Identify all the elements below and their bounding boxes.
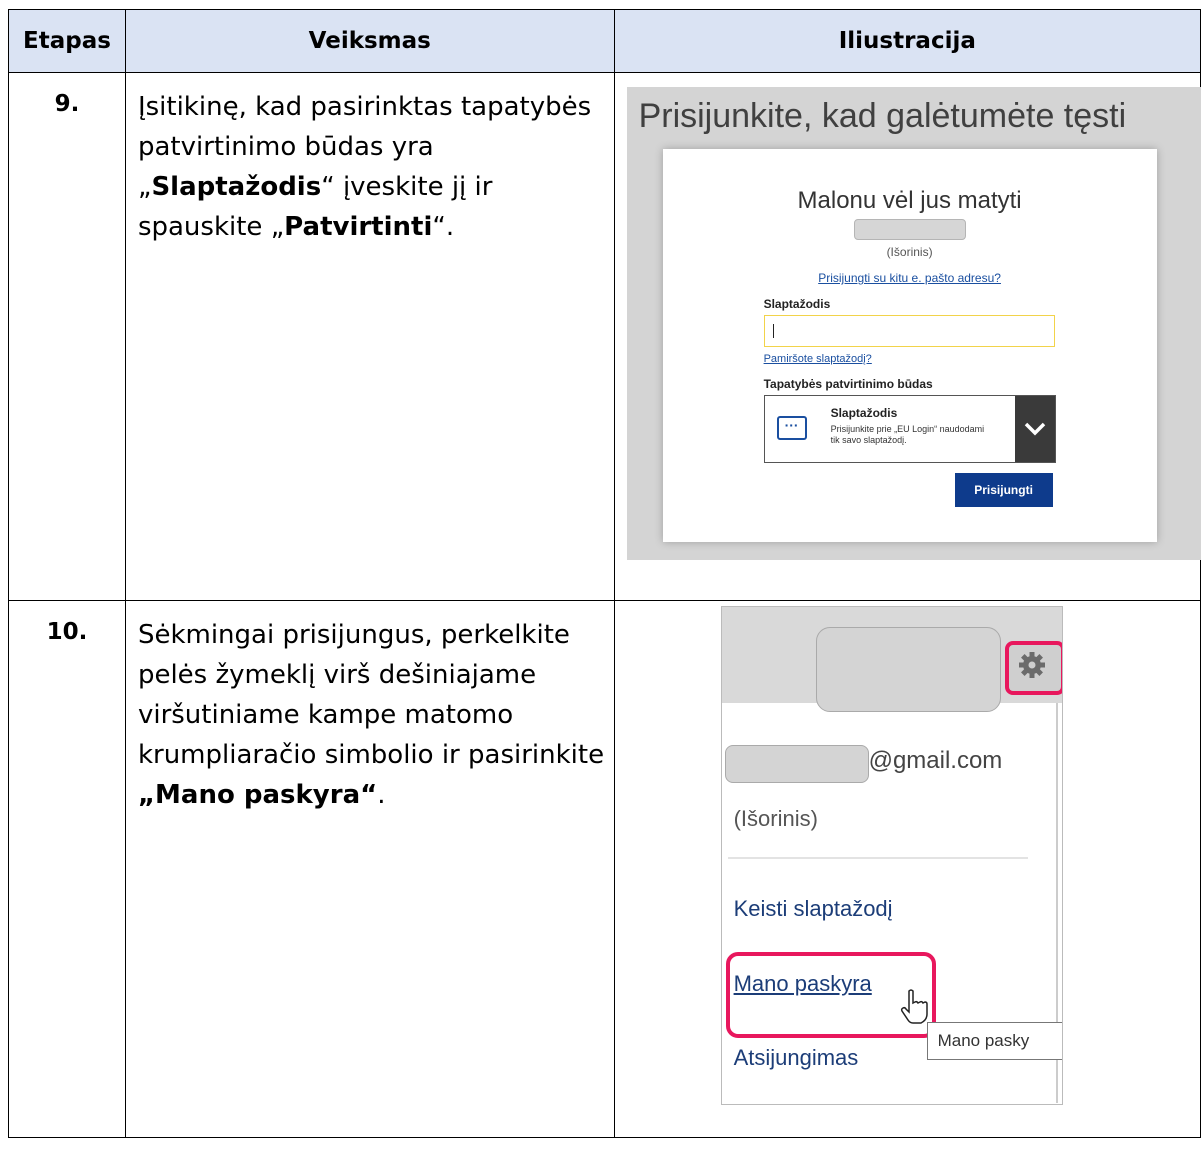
- action-bold-confirm: Patvirtinti: [284, 212, 433, 242]
- password-input[interactable]: [763, 315, 1055, 347]
- action-bold-password: Slaptažodis: [151, 172, 322, 202]
- header-iliustracija: Iliustracija: [613, 9, 1201, 73]
- forgot-password-link[interactable]: Pamiršote slaptažodį?: [764, 353, 872, 365]
- header-etapas: Etapas: [8, 9, 126, 73]
- login-submit-button[interactable]: Prisijungti: [954, 473, 1053, 507]
- hand-cursor-icon: [900, 989, 928, 1024]
- welcome-heading: Malonu vėl jus matyti: [797, 187, 1022, 214]
- instruction-table: Etapas Veiksmas Iliustracija 9. Įsitikin…: [8, 9, 1201, 1138]
- auth-method-label: Tapatybės patvirtinimo būdas: [763, 377, 933, 391]
- login-page-title: Prisijunkite, kad galėtumėte tęsti: [638, 97, 1127, 135]
- action-text: “.: [432, 212, 455, 242]
- email-domain: @gmail.com: [868, 747, 1003, 774]
- redacted-email: [724, 745, 869, 783]
- step-number: 10.: [8, 600, 126, 1138]
- tooltip: Mano pasky: [926, 1022, 1062, 1060]
- account-type-label: (Išorinis): [733, 806, 818, 831]
- gear-icon: [1018, 652, 1045, 678]
- dots-box-icon: ···: [776, 416, 807, 440]
- menu-item-change-password[interactable]: Keisti slaptažodį: [734, 896, 893, 922]
- step-illustration: Prisijunkite, kad galėtumėte tęsti Malon…: [613, 72, 1201, 601]
- redacted-username: [853, 219, 966, 240]
- table-header-row: Etapas Veiksmas Iliustracija: [8, 9, 1201, 73]
- header-veiksmas: Veiksmas: [124, 9, 615, 73]
- step-action: Įsitikinę, kad pasirinktas tapatybės pat…: [124, 72, 615, 601]
- menu-screenshot: @gmail.com (Išorinis) Keisti slaptažodį …: [720, 606, 1063, 1105]
- step-action: Sėkmingai prisijungus, perkelkite pelės …: [124, 600, 615, 1138]
- password-label: Slaptažodis: [763, 297, 831, 311]
- menu-separator: [727, 857, 1028, 859]
- auth-method-select[interactable]: ··· Slaptažodis Prisijunkite prie „EU Lo…: [763, 395, 1056, 463]
- auth-method-title: Slaptažodis: [830, 406, 898, 420]
- settings-gear-button[interactable]: [1004, 641, 1062, 695]
- text-caret: [772, 324, 774, 338]
- login-screenshot: Prisijunkite, kad galėtumėte tęsti Malon…: [626, 87, 1201, 560]
- account-type-label: (Išorinis): [886, 245, 933, 259]
- step-number: 9.: [8, 72, 126, 601]
- auth-method-description: Prisijunkite prie „EU Login“ naudodami t…: [830, 424, 985, 445]
- action-bold-my-account: „Mano paskyra“: [137, 780, 378, 810]
- menu-item-logout[interactable]: Atsijungimas: [734, 1045, 859, 1071]
- redacted-user-name: [815, 627, 1001, 712]
- chevron-down-icon[interactable]: [1014, 396, 1055, 462]
- table-row-step-9: 9. Įsitikinę, kad pasirinktas tapatybės …: [8, 72, 1201, 601]
- table-row-step-10: 10. Sėkmingai prisijungus, perkelkite pe…: [8, 600, 1201, 1138]
- step-illustration: @gmail.com (Išorinis) Keisti slaptažodį …: [613, 600, 1201, 1138]
- login-card: Malonu vėl jus matyti (Išorinis) Prisiju…: [662, 149, 1157, 542]
- action-text: .: [377, 780, 386, 810]
- other-email-link[interactable]: Prisijungti su kitu e. pašto adresu?: [663, 271, 1157, 285]
- action-text: Sėkmingai prisijungus, perkelkite pelės …: [137, 620, 605, 770]
